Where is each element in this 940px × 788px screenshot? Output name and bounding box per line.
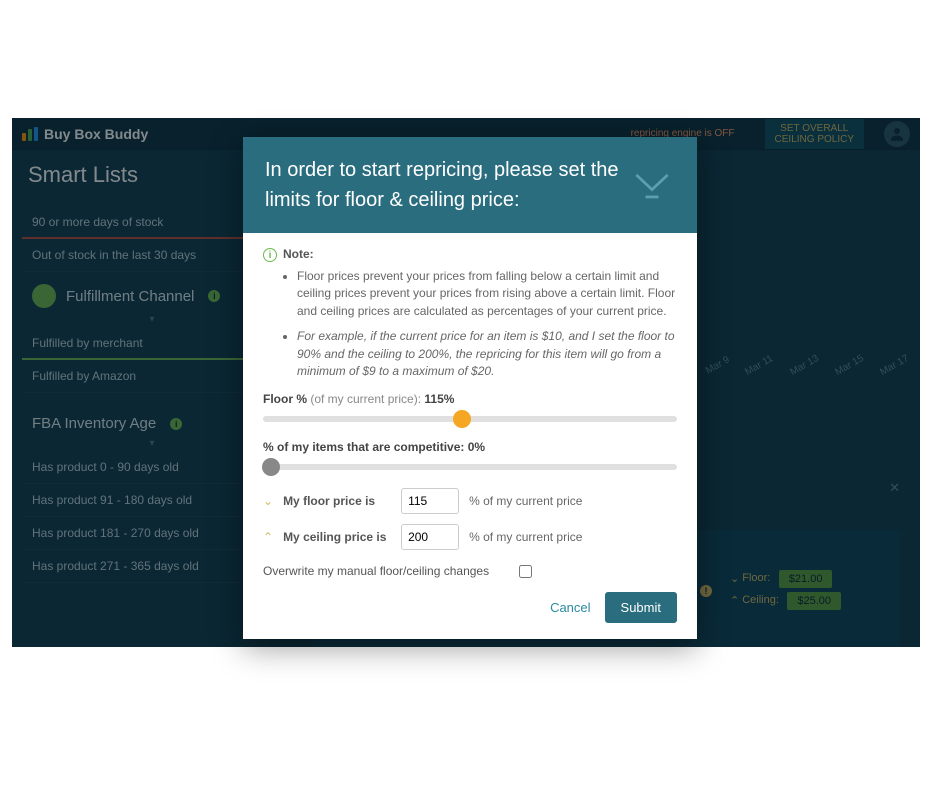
note-list: Floor prices prevent your prices from fa…: [297, 268, 677, 380]
ceiling-icon: ⌃: [263, 530, 273, 544]
cancel-button[interactable]: Cancel: [550, 600, 590, 615]
floor-slider-thumb[interactable]: [453, 410, 471, 428]
floor-price-field-row: ⌄ My floor price is % of my current pric…: [263, 488, 677, 514]
ceiling-price-input[interactable]: [401, 524, 459, 550]
floor-field-label: My floor price is: [283, 494, 391, 508]
ceiling-price-field-row: ⌃ My ceiling price is % of my current pr…: [263, 524, 677, 550]
floor-slider[interactable]: [263, 416, 677, 422]
repricing-limits-modal: In order to start repricing, please set …: [243, 137, 697, 639]
note-text: Floor prices prevent your prices from fa…: [297, 268, 677, 320]
ceiling-field-label: My ceiling price is: [283, 530, 391, 544]
note-label: Note:: [283, 247, 314, 261]
modal-actions: Cancel Submit: [263, 592, 677, 623]
modal-body: i Note: Floor prices prevent your prices…: [243, 233, 697, 639]
modal-title: In order to start repricing, please set …: [265, 155, 629, 215]
competitive-slider-thumb[interactable]: [262, 458, 280, 476]
floor-price-input[interactable]: [401, 488, 459, 514]
competitive-slider-label: % of my items that are competitive: 0%: [263, 440, 677, 454]
floor-slider-label: Floor % (of my current price): 115%: [263, 392, 677, 406]
modal-header: In order to start repricing, please set …: [243, 137, 697, 233]
overwrite-label: Overwrite my manual floor/ceiling change…: [263, 564, 489, 578]
overwrite-checkbox[interactable]: [519, 565, 532, 578]
submit-button[interactable]: Submit: [605, 592, 677, 623]
field-suffix: % of my current price: [469, 494, 582, 508]
note-example: For example, if the current price for an…: [297, 328, 677, 380]
floor-icon: ⌄: [263, 494, 273, 508]
competitive-slider[interactable]: [263, 464, 677, 470]
info-icon: i: [263, 248, 277, 262]
pulse-icon: [629, 162, 675, 208]
field-suffix: % of my current price: [469, 530, 582, 544]
overwrite-checkbox-row: Overwrite my manual floor/ceiling change…: [263, 564, 677, 578]
